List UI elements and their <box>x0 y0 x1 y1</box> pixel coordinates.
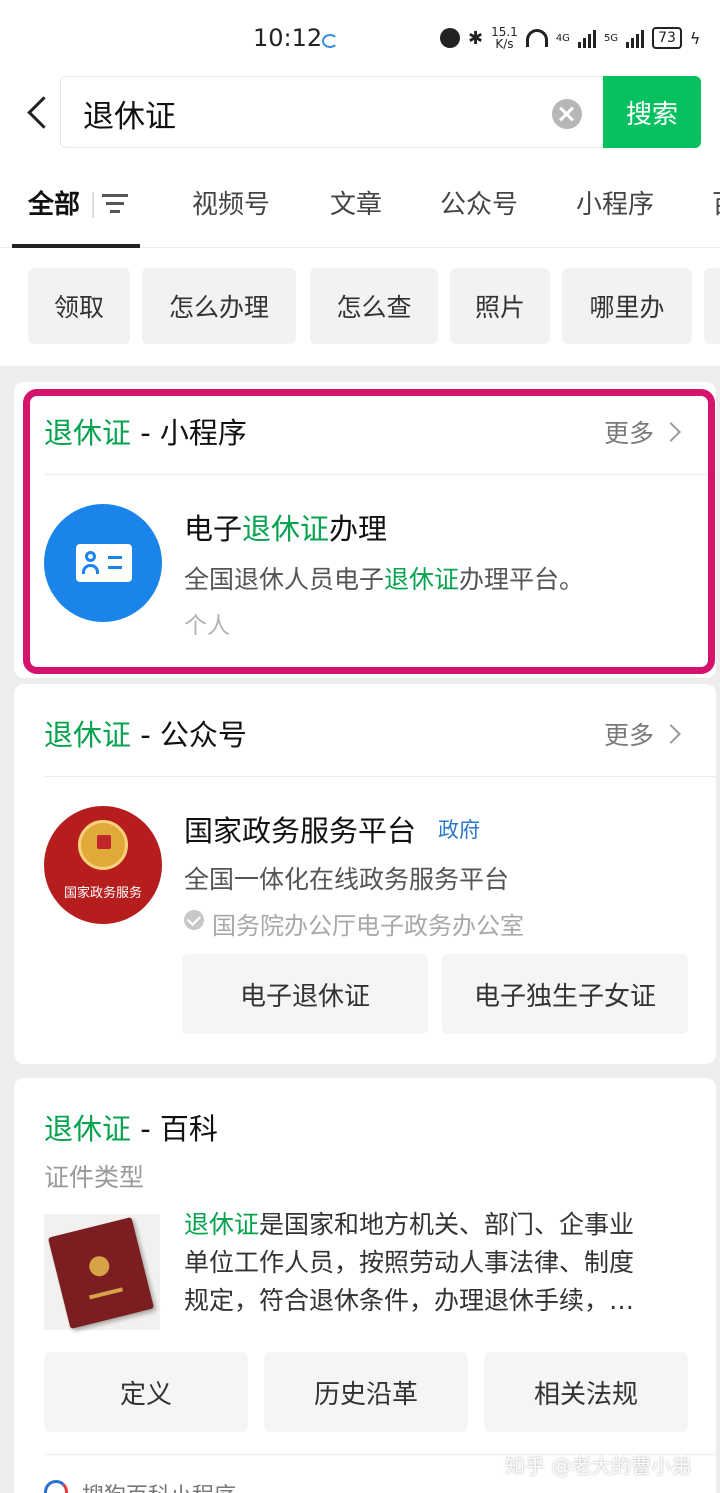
tab-all[interactable]: 全部 <box>28 184 80 221</box>
suggestion-chips: 领取 怎么办理 怎么查 照片 哪里办 <box>0 268 720 344</box>
net-speed: 15.1 K/s <box>491 26 518 50</box>
charging-icon: ϟ <box>689 28 701 48</box>
badge-label: 国家政务服务 <box>63 886 142 901</box>
wifi-icon <box>525 29 548 47</box>
sync-icon <box>322 34 338 48</box>
related-regulations-button[interactable]: 相关法规 <box>484 1352 688 1432</box>
tab-mini-programs[interactable]: 小程序 <box>576 184 654 221</box>
wiki-summary[interactable]: 退休证是国家和地方机关、部门、企事业 单位工作人员，按照劳动人事法律、制度 规定… <box>184 1206 634 1320</box>
section-suffix: - 百科 <box>131 1112 218 1146</box>
official-account-title[interactable]: 国家政务服务平台 <box>184 808 416 850</box>
summary-line3: 规定，符合退休条件，办理退休手续，… <box>184 1286 635 1315</box>
bluetooth-icon: ✱ <box>468 27 484 49</box>
official-account-card: 退休证 - 公众号 更多 国家政务服务 国家政务服务平台 政府 全国一体化在线政… <box>14 684 716 1064</box>
summary-line2: 单位工作人员，按照劳动人事法律、制度 <box>184 1248 635 1277</box>
retirement-cert-image[interactable] <box>44 1214 160 1330</box>
electronic-only-child-cert-button[interactable]: 电子独生子女证 <box>442 954 688 1034</box>
net-5g-label: 5G <box>603 32 619 44</box>
tab-channels[interactable]: 视频号 <box>192 184 270 221</box>
tab-separator <box>92 192 94 218</box>
summary-line1: 是国家和地方机关、部门、企事业 <box>259 1210 635 1239</box>
search-input[interactable] <box>83 93 533 133</box>
chip-receive[interactable]: 领取 <box>28 268 130 344</box>
watermark: 知乎 @老大的曹小弟 <box>505 1454 692 1478</box>
chip-photo[interactable]: 照片 <box>450 268 550 344</box>
tab-bar: 全部 视频号 文章 公众号 小程序 百 <box>0 170 720 248</box>
verified-by: 国务院办公厅电子政务办公室 <box>212 912 524 940</box>
signal-icon-2 <box>626 28 645 48</box>
more-label: 更多 <box>604 721 655 750</box>
back-button[interactable] <box>24 95 52 131</box>
wiki-category: 证件类型 <box>44 1163 145 1192</box>
status-bar: 10:12 ✱ 15.1 K/s 4G 5G 73 ϟ <box>0 0 720 80</box>
summary-keyword: 退休证 <box>184 1210 260 1239</box>
national-emblem-icon[interactable]: 国家政务服务 <box>44 806 162 924</box>
filter-icon[interactable] <box>102 194 128 214</box>
verified-icon <box>184 910 204 930</box>
chevron-right-icon <box>661 724 681 744</box>
section-keyword: 退休证 <box>44 1112 132 1146</box>
chip-more[interactable] <box>704 268 720 344</box>
section-keyword: 退休证 <box>44 718 132 752</box>
net-4g-label: 4G <box>555 32 570 44</box>
tab-wiki[interactable]: 百 <box>712 184 720 221</box>
highlight-frame <box>23 389 715 674</box>
wiki-card: 退休证 - 百科 证件类型 退休证是国家和地方机关、部门、企事业 单位工作人员，… <box>14 1078 716 1493</box>
status-time: 10:12 <box>253 24 323 52</box>
emblem-icon <box>78 820 128 870</box>
chip-how-to-check[interactable]: 怎么查 <box>310 268 438 344</box>
clear-icon[interactable] <box>552 99 582 129</box>
history-button[interactable]: 历史沿革 <box>264 1352 468 1432</box>
divider <box>44 776 716 777</box>
search-button[interactable]: 搜索 <box>603 76 701 148</box>
official-account-more-link[interactable]: 更多 <box>604 716 681 752</box>
active-tab-indicator <box>12 244 140 248</box>
chip-how-to-apply[interactable]: 怎么办理 <box>142 268 296 344</box>
tab-articles[interactable]: 文章 <box>330 184 382 221</box>
section-suffix: - 公众号 <box>131 718 247 752</box>
search-box[interactable] <box>60 76 604 148</box>
tab-official-accounts[interactable]: 公众号 <box>440 184 518 221</box>
net-speed-unit: K/s <box>495 37 514 51</box>
alarm-icon <box>440 28 460 48</box>
booklet-icon <box>47 1216 155 1330</box>
chip-where-to-apply[interactable]: 哪里办 <box>562 268 692 344</box>
government-tag: 政府 <box>438 818 480 842</box>
official-account-section-title: 退休证 - 公众号 <box>44 712 247 754</box>
definition-button[interactable]: 定义 <box>44 1352 248 1432</box>
battery-icon: 73 <box>652 27 682 49</box>
status-icons: ✱ 15.1 K/s 4G 5G 73 ϟ <box>440 26 700 50</box>
wiki-source[interactable]: 搜狗百科小程序 <box>82 1478 236 1493</box>
wiki-section-title: 退休证 - 百科 <box>44 1106 218 1148</box>
signal-icon <box>577 28 596 48</box>
official-account-desc: 全国一体化在线政务服务平台 <box>184 865 510 894</box>
electronic-retirement-cert-button[interactable]: 电子退休证 <box>182 954 428 1034</box>
